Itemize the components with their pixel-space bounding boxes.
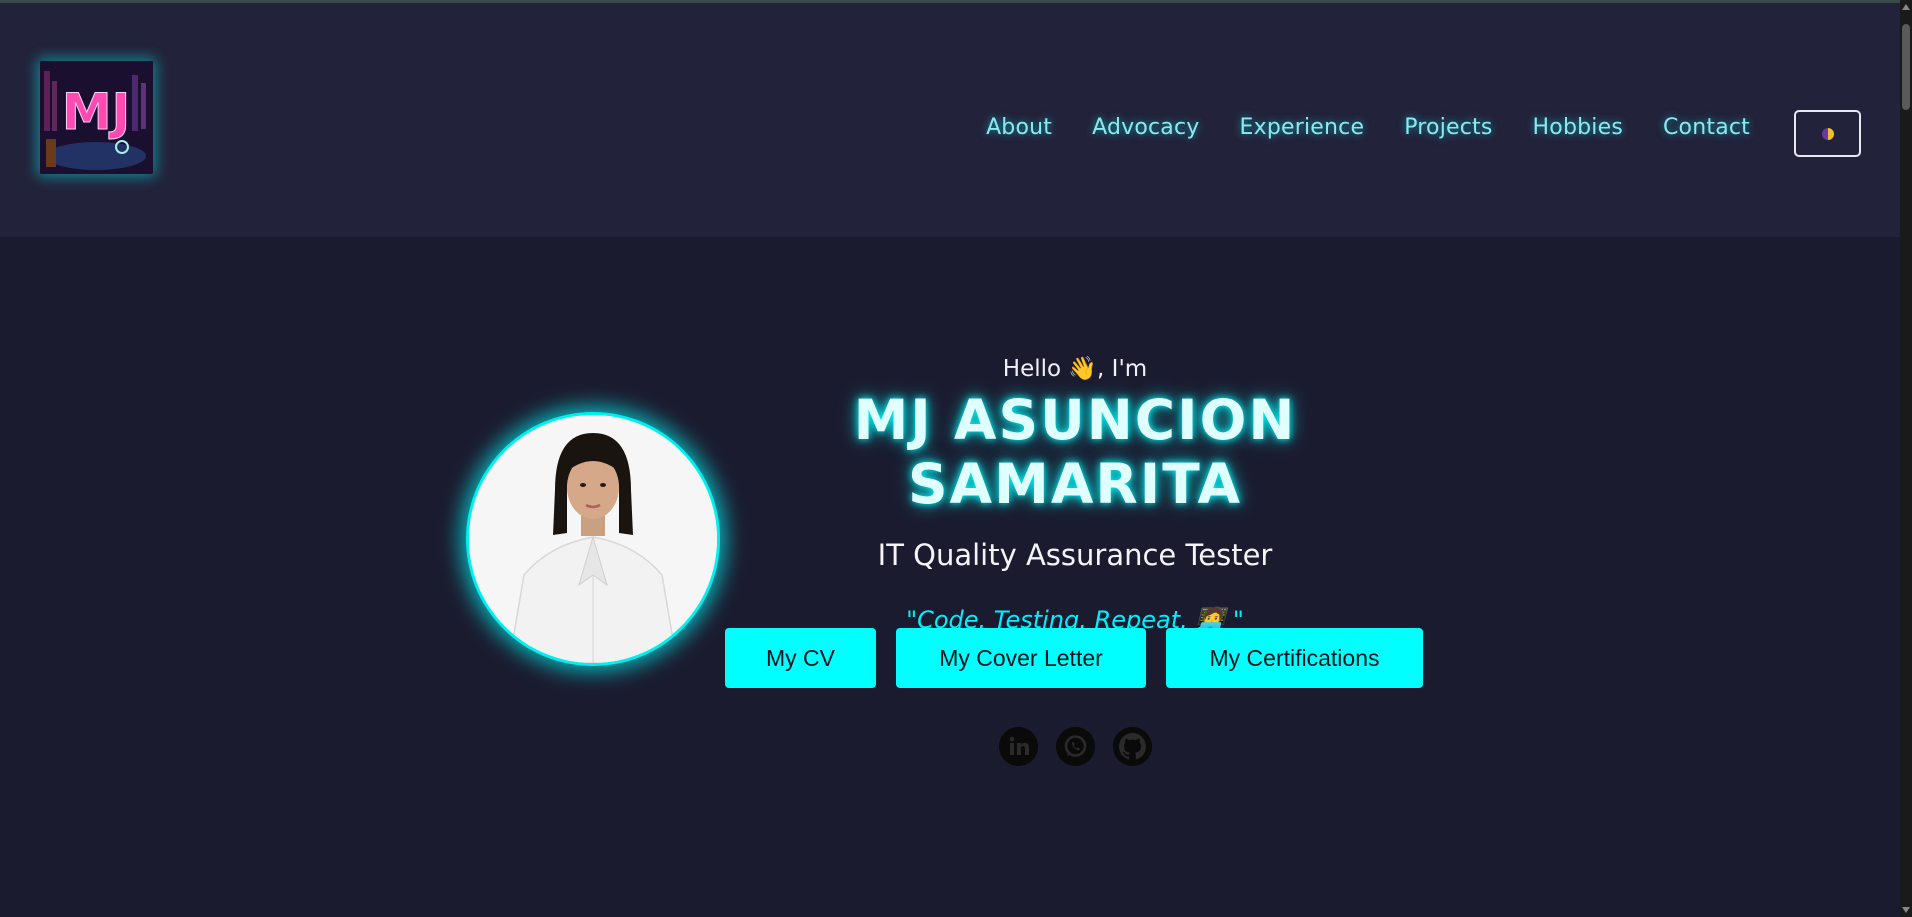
site-logo[interactable]: MJ [40,61,153,174]
scrollbar-thumb[interactable] [1902,24,1910,110]
theme-toggle-button[interactable] [1794,110,1861,157]
whatsapp-icon [1056,727,1095,766]
social-links [999,727,1152,766]
github-icon [1113,727,1152,766]
whatsapp-link[interactable] [1056,727,1095,766]
github-link[interactable] [1113,727,1152,766]
hero-buttons: My CV My Cover Letter My Certifications [725,628,1423,688]
certifications-button[interactable]: My Certifications [1166,628,1423,688]
page-scrollbar[interactable] [1900,0,1912,917]
linkedin-link[interactable] [999,727,1038,766]
hero-role: IT Quality Assurance Tester [877,538,1273,572]
hero-name: MJ ASUNCION SAMARITA [853,388,1297,516]
nav-experience[interactable]: Experience [1240,115,1365,140]
scroll-down-icon[interactable] [1902,907,1910,913]
main-nav: About Advocacy Experience Projects Hobbi… [986,115,1750,140]
nav-about[interactable]: About [986,115,1052,140]
half-moon-icon [1821,127,1834,140]
cover-letter-button[interactable]: My Cover Letter [896,628,1146,688]
profile-photo-image [469,415,717,663]
nav-projects[interactable]: Projects [1404,115,1492,140]
nav-advocacy[interactable]: Advocacy [1092,115,1199,140]
site-header: MJ About Advocacy Experience Projects Ho… [0,3,1900,237]
hero-greeting: Hello 👋, I'm [1002,356,1148,382]
linkedin-icon [999,727,1038,766]
nav-contact[interactable]: Contact [1663,115,1750,140]
logo-image: MJ [40,61,153,174]
nav-hobbies[interactable]: Hobbies [1533,115,1623,140]
profile-photo [469,415,717,663]
cv-button[interactable]: My CV [725,628,876,688]
hero-section: Hello 👋, I'm MJ ASUNCION SAMARITA IT Qua… [700,355,1450,634]
logo-text: MJ [62,83,130,141]
scroll-up-icon[interactable] [1902,4,1910,10]
